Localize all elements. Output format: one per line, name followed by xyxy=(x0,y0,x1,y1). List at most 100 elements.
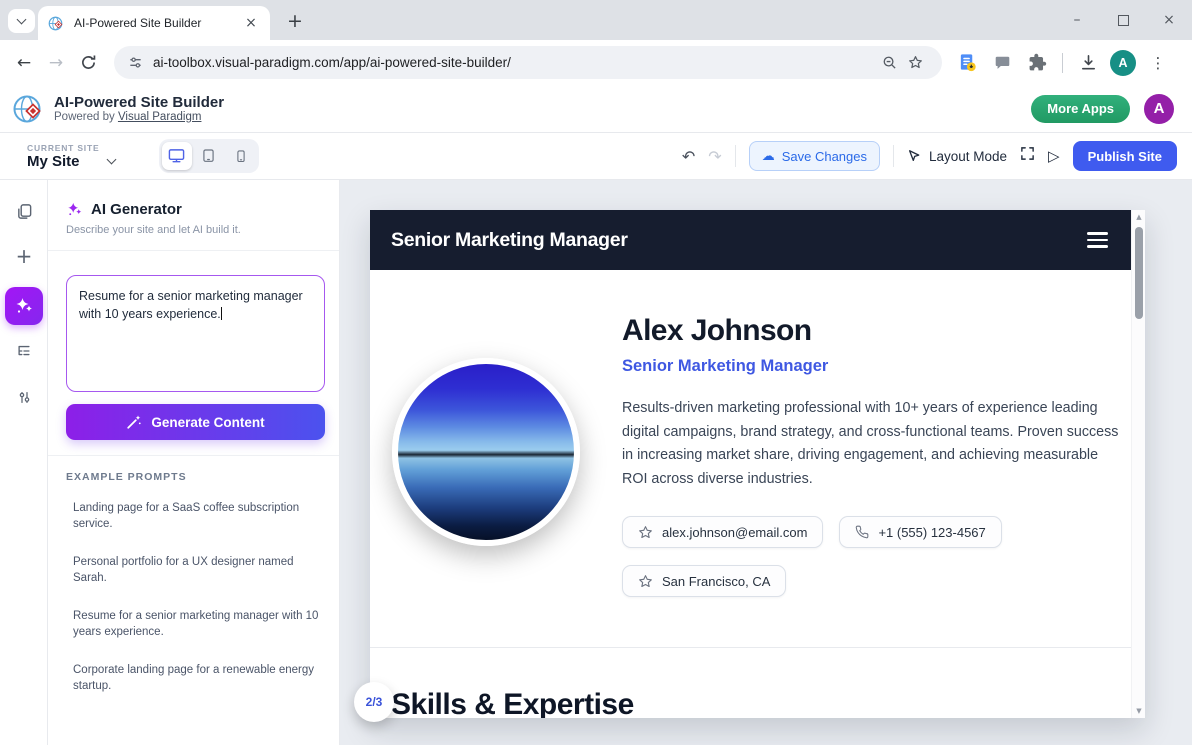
powered-by-text: Powered by xyxy=(54,111,115,123)
fullscreen-icon xyxy=(1020,146,1035,161)
back-button[interactable]: ← xyxy=(8,47,40,79)
reload-button[interactable] xyxy=(72,47,104,79)
tab-close-icon[interactable]: × xyxy=(242,14,260,32)
site-favicon-icon xyxy=(48,15,65,32)
save-changes-button[interactable]: ☁ Save Changes xyxy=(749,141,880,171)
current-site-selector[interactable]: CURRENT SITE My Site xyxy=(27,143,115,170)
panel-divider xyxy=(48,455,339,456)
visual-paradigm-link[interactable]: Visual Paradigm xyxy=(118,111,202,123)
reload-icon xyxy=(80,54,97,71)
desktop-icon xyxy=(168,148,185,163)
example-prompt[interactable]: Personal portfolio for a UX designer nam… xyxy=(73,555,325,586)
person-role: Senior Marketing Manager xyxy=(622,357,1127,376)
layout-mode-button[interactable]: Layout Mode xyxy=(907,149,1007,164)
prompt-text: Resume for a senior marketing manager wi… xyxy=(79,289,303,321)
window-maximize-button[interactable] xyxy=(1100,0,1146,40)
undo-icon[interactable]: ↶ xyxy=(682,147,695,166)
layout-mode-label: Layout Mode xyxy=(929,149,1007,164)
pages-button[interactable] xyxy=(0,203,48,220)
account-avatar[interactable]: A xyxy=(1144,94,1174,124)
comment-icon[interactable] xyxy=(989,50,1015,76)
browser-toolbar: ← → ai-toolbox.visual-paradigm.com/app/a… xyxy=(0,40,1192,85)
app-header: AI-Powered Site Builder Powered by Visua… xyxy=(0,85,1192,133)
generate-label: Generate Content xyxy=(151,415,264,430)
location-label: San Francisco, CA xyxy=(662,574,770,589)
example-prompt[interactable]: Corporate landing page for a renewable e… xyxy=(73,663,325,694)
example-prompts-heading: EXAMPLE PROMPTS xyxy=(66,471,187,483)
tab-search-button[interactable] xyxy=(8,9,35,33)
new-tab-button[interactable]: + xyxy=(282,8,308,34)
scrollbar-thumb[interactable] xyxy=(1135,227,1143,319)
generate-content-button[interactable]: Generate Content xyxy=(66,404,325,440)
bookmark-star-icon[interactable] xyxy=(902,50,928,76)
skills-section-title: Skills & Expertise xyxy=(391,688,634,718)
mobile-icon xyxy=(234,150,248,162)
cloud-icon: ☁ xyxy=(762,149,775,164)
preview-canvas: Senior Marketing Manager Alex Johnson Se… xyxy=(340,180,1192,745)
settings-button[interactable] xyxy=(0,390,48,405)
mobile-view-button[interactable] xyxy=(226,142,256,170)
add-section-button[interactable]: + xyxy=(0,246,48,266)
fullscreen-button[interactable] xyxy=(1020,146,1035,166)
ai-panel-title: AI Generator xyxy=(91,201,182,218)
maximize-icon xyxy=(1118,15,1129,26)
phone-icon xyxy=(855,525,869,539)
ai-sparkle-icon xyxy=(14,296,34,316)
preview-scrollbar[interactable]: ▲ ▼ xyxy=(1131,210,1145,718)
app-title: AI-Powered Site Builder xyxy=(54,94,224,111)
toolbar-separator xyxy=(1062,53,1063,73)
more-apps-button[interactable]: More Apps xyxy=(1031,95,1130,123)
sliders-icon xyxy=(17,390,32,405)
main-content: + AI Generator Describe your site and le… xyxy=(0,180,1192,745)
extensions-puzzle-icon[interactable] xyxy=(1024,50,1050,76)
example-prompt[interactable]: Resume for a senior marketing manager wi… xyxy=(73,609,325,640)
desktop-view-button[interactable] xyxy=(162,142,192,170)
tree-outline-icon xyxy=(16,343,32,359)
profile-photo[interactable] xyxy=(392,358,580,546)
location-chip[interactable]: San Francisco, CA xyxy=(622,565,786,597)
email-chip[interactable]: alex.johnson@email.com xyxy=(622,516,823,548)
example-prompt[interactable]: Landing page for a SaaS coffee subscript… xyxy=(73,501,325,532)
site-preview-frame[interactable]: Senior Marketing Manager Alex Johnson Se… xyxy=(370,210,1145,718)
scroll-down-icon[interactable]: ▼ xyxy=(1132,707,1145,715)
ai-generator-tab[interactable] xyxy=(5,287,43,325)
scroll-up-icon[interactable]: ▲ xyxy=(1132,213,1145,221)
cursor-pointer-icon xyxy=(907,149,921,163)
downloads-icon[interactable] xyxy=(1075,50,1101,76)
star-icon xyxy=(638,574,653,589)
redo-icon[interactable]: ↷ xyxy=(708,147,721,166)
window-minimize-button[interactable]: – xyxy=(1054,0,1100,40)
tablet-view-button[interactable] xyxy=(194,142,224,170)
ai-generator-panel: AI Generator Describe your site and let … xyxy=(48,180,340,745)
ai-panel-header: AI Generator Describe your site and let … xyxy=(48,180,339,251)
site-nav-title: Senior Marketing Manager xyxy=(391,229,628,252)
tab-title: AI-Powered Site Builder xyxy=(74,16,242,30)
star-icon xyxy=(638,525,653,540)
left-icon-rail: + xyxy=(0,180,48,745)
publish-site-button[interactable]: Publish Site xyxy=(1073,141,1177,171)
browser-profile-avatar[interactable]: A xyxy=(1110,50,1136,76)
contact-chips: alex.johnson@email.com +1 (555) 123-4567… xyxy=(622,516,1042,597)
site-structure-button[interactable] xyxy=(0,343,48,359)
site-nav-bar[interactable]: Senior Marketing Manager xyxy=(370,210,1145,270)
window-close-button[interactable]: × xyxy=(1146,0,1192,40)
browser-tab-strip: AI-Powered Site Builder × + – × xyxy=(0,0,1192,40)
browser-menu-icon[interactable]: ⋮ xyxy=(1145,50,1171,76)
chevron-down-icon xyxy=(17,15,27,25)
tablet-icon xyxy=(201,149,216,162)
forward-button[interactable]: → xyxy=(40,47,72,79)
browser-tab[interactable]: AI-Powered Site Builder × xyxy=(38,6,270,40)
toolbar-actions: ↶ ↷ ☁ Save Changes Layout Mode ▷ Publish… xyxy=(682,141,1177,171)
url-text: ai-toolbox.visual-paradigm.com/app/ai-po… xyxy=(153,55,876,70)
prompt-textarea[interactable]: Resume for a senior marketing manager wi… xyxy=(66,275,325,392)
text-caret xyxy=(221,307,222,320)
toolbar-separator xyxy=(893,145,894,167)
hamburger-menu-icon[interactable] xyxy=(1087,232,1108,247)
email-label: alex.johnson@email.com xyxy=(662,525,807,540)
phone-chip[interactable]: +1 (555) 123-4567 xyxy=(839,516,1001,548)
reading-list-icon[interactable] xyxy=(954,50,980,76)
magic-wand-icon xyxy=(126,414,142,430)
preview-play-icon[interactable]: ▷ xyxy=(1048,147,1060,165)
zoom-out-icon[interactable] xyxy=(876,50,902,76)
url-input[interactable]: ai-toolbox.visual-paradigm.com/app/ai-po… xyxy=(114,46,942,79)
